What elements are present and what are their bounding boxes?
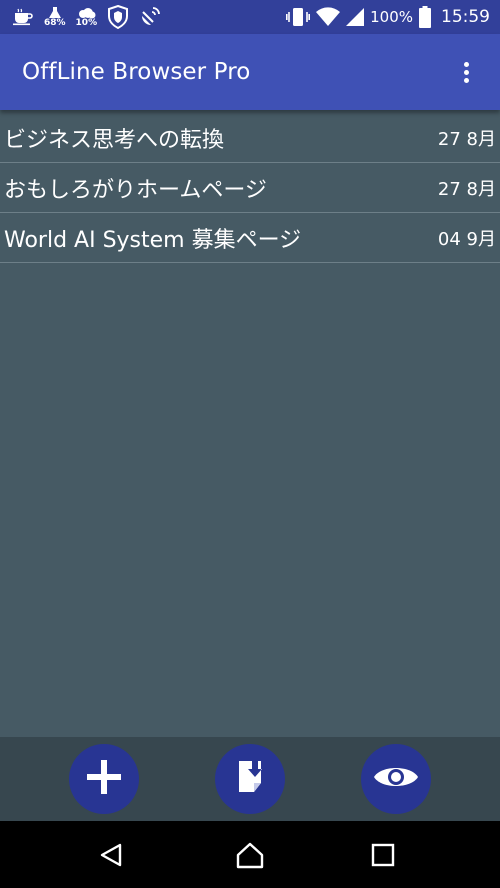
- clock: 15:59: [441, 7, 490, 27]
- app-bar: OffLine Browser Pro: [0, 34, 500, 110]
- plus-icon: [84, 757, 124, 801]
- bottom-action-bar: [0, 737, 500, 821]
- home-icon[interactable]: [228, 833, 272, 877]
- battery-icon: [419, 6, 431, 28]
- status-bar: 68% 10% 100% 15:59: [0, 0, 500, 34]
- lab-flask-icon: 68%: [44, 6, 66, 28]
- page-date: 04 9月: [437, 228, 496, 250]
- weather-percent: 10%: [75, 17, 98, 28]
- download-button[interactable]: [215, 744, 285, 814]
- back-icon[interactable]: [89, 833, 133, 877]
- list-item[interactable]: おもしろがりホームページ 27 8月: [0, 163, 500, 213]
- page-title: おもしろがりホームページ: [4, 177, 267, 203]
- eye-icon: [372, 761, 420, 797]
- wifi-icon: [316, 7, 341, 27]
- page-title: ビジネス思考への転換: [4, 127, 225, 153]
- recents-icon[interactable]: [361, 833, 405, 877]
- shield-icon: [107, 5, 129, 29]
- saved-pages-list: ビジネス思考への転換 27 8月 おもしろがりホームページ 27 8月 Worl…: [0, 113, 500, 263]
- view-button[interactable]: [361, 744, 431, 814]
- list-item[interactable]: World AI System 募集ページ 04 9月: [0, 213, 500, 263]
- add-page-button[interactable]: [69, 744, 139, 814]
- vibrate-icon: [286, 7, 311, 27]
- page-date: 27 8月: [437, 178, 496, 200]
- flask-percent: 68%: [44, 17, 66, 28]
- satellite-dish-icon: [139, 6, 161, 28]
- battery-percent: 100%: [370, 8, 413, 26]
- system-nav-bar: [0, 821, 500, 888]
- page-title: World AI System 募集ページ: [4, 227, 302, 253]
- weather-icon: 10%: [75, 7, 98, 28]
- page-date: 27 8月: [437, 128, 496, 150]
- cup-icon: [12, 8, 34, 26]
- download-page-icon: [230, 757, 270, 801]
- more-vert-icon[interactable]: [454, 52, 478, 92]
- list-item[interactable]: ビジネス思考への転換 27 8月: [0, 113, 500, 163]
- app-title: OffLine Browser Pro: [22, 59, 251, 85]
- signal-icon: [346, 8, 365, 26]
